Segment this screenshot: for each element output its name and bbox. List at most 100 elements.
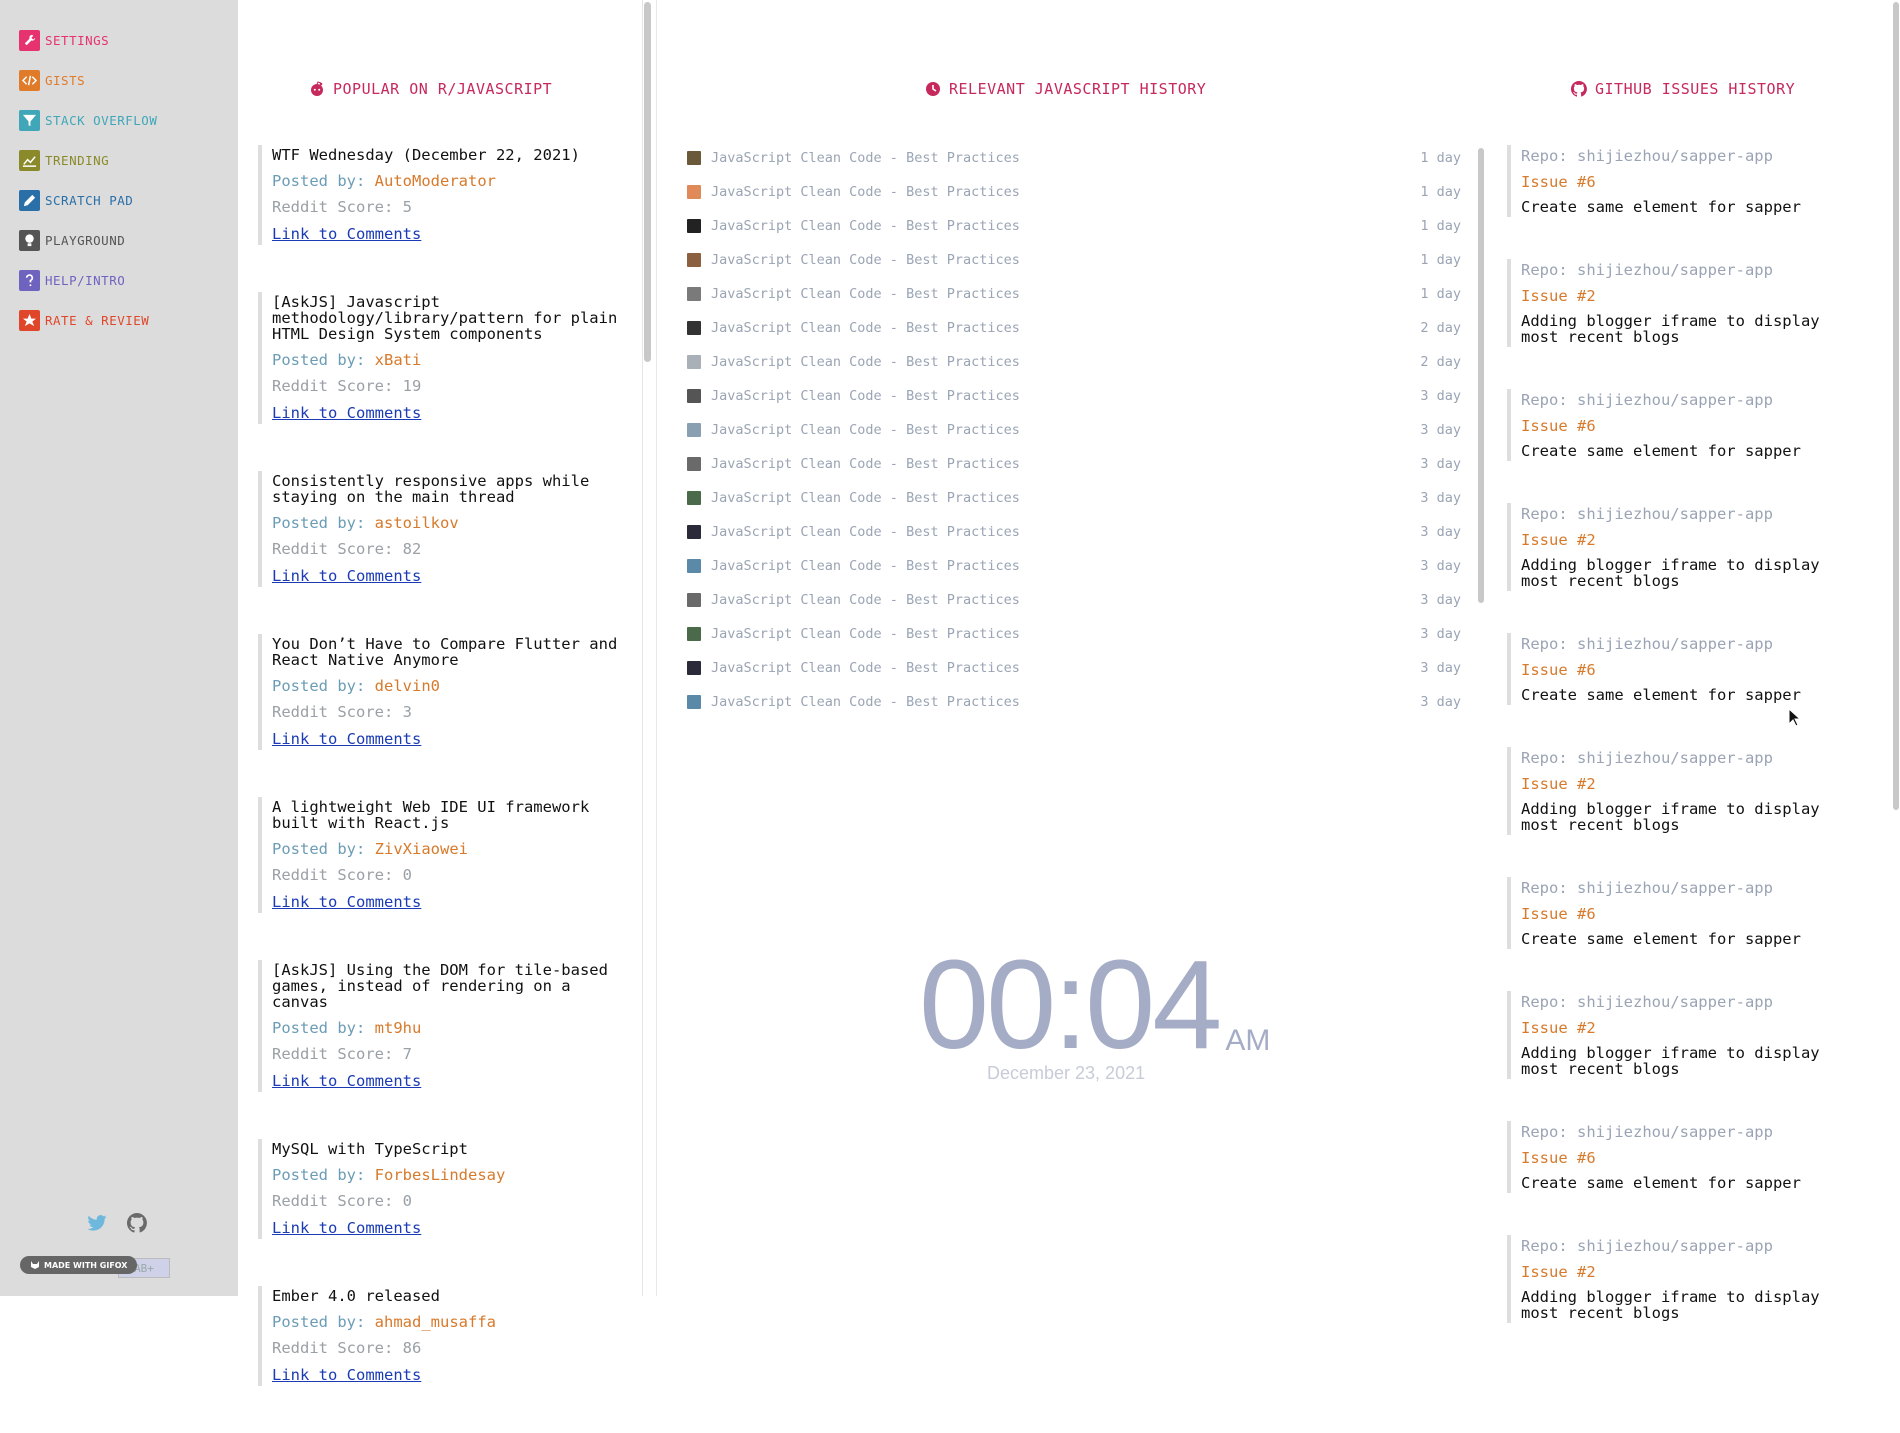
sidebar-item-label: GISTS <box>45 72 86 88</box>
github-icon[interactable] <box>126 1212 148 1234</box>
history-item[interactable]: JavaScript Clean Code - Best Practices 3 … <box>687 481 1461 515</box>
issue-repo: Repo: shijiezhou/sapper-app <box>1521 505 1773 523</box>
clock-icon <box>926 82 940 96</box>
sidebar-item-settings[interactable]: SETTINGS <box>19 20 157 60</box>
history-item-title: JavaScript Clean Code - Best Practices <box>711 626 1020 642</box>
history-item-age: 1 day <box>1420 184 1461 200</box>
favicon-icon <box>687 661 701 675</box>
link-to-comments[interactable]: Link to Comments <box>272 1366 421 1384</box>
reddit-scrollbar[interactable] <box>644 2 651 362</box>
history-item[interactable]: JavaScript Clean Code - Best Practices 2 … <box>687 311 1461 345</box>
reddit-post: [AskJS] Javascript methodology/library/p… <box>258 292 628 424</box>
history-item-age: 3 day <box>1420 490 1461 506</box>
post-author-line: Posted by: xBati <box>272 351 628 369</box>
history-item[interactable]: JavaScript Clean Code - Best Practices 1 … <box>687 209 1461 243</box>
issues-panel-title: GITHUB ISSUES HISTORY <box>1571 80 1795 98</box>
history-item[interactable]: JavaScript Clean Code - Best Practices 3 … <box>687 617 1461 651</box>
issue-card[interactable]: Repo: shijiezhou/sapper-app Issue #2 Addin… <box>1507 991 1847 1079</box>
history-item[interactable]: JavaScript Clean Code - Best Practices 3 … <box>687 413 1461 447</box>
issue-number: Issue #2 <box>1521 531 1596 549</box>
issue-title: Adding blogger iframe to display most re… <box>1521 1044 1820 1078</box>
issue-card[interactable]: Repo: shijiezhou/sapper-app Issue #2 Addin… <box>1507 1235 1847 1323</box>
sidebar-item-gists[interactable]: GISTS <box>19 60 157 100</box>
history-item[interactable]: JavaScript Clean Code - Best Practices 3 … <box>687 515 1461 549</box>
history-item-age: 1 day <box>1420 150 1461 166</box>
issue-card[interactable]: Repo: shijiezhou/sapper-app Issue #2 Addin… <box>1507 259 1847 347</box>
sidebar-item-rate-review[interactable]: RATE & REVIEW <box>19 300 157 340</box>
github-icon <box>1571 81 1587 97</box>
post-author-line: Posted by: astoilkov <box>272 514 628 532</box>
issue-card[interactable]: Repo: shijiezhou/sapper-app Issue #2 Addin… <box>1507 503 1847 591</box>
posted-by-label: Posted by: <box>272 514 366 532</box>
post-score: 3 <box>402 703 413 721</box>
sidebar-item-playground[interactable]: PLAYGROUND <box>19 220 157 260</box>
history-item-title: JavaScript Clean Code - Best Practices <box>711 592 1020 608</box>
history-item[interactable]: JavaScript Clean Code - Best Practices 1 … <box>687 175 1461 209</box>
post-score-line: Reddit Score: 0 <box>272 1192 628 1210</box>
reddit-post-list: WTF Wednesday (December 22, 2021) Posted … <box>258 145 628 1433</box>
link-to-comments[interactable]: Link to Comments <box>272 893 421 911</box>
issue-repo: Repo: shijiezhou/sapper-app <box>1521 1237 1773 1255</box>
favicon-icon <box>687 185 701 199</box>
favicon-icon <box>687 525 701 539</box>
history-item-age: 3 day <box>1420 694 1461 710</box>
fox-icon <box>31 1261 39 1269</box>
reddit-icon <box>311 81 323 96</box>
history-item-title: JavaScript Clean Code - Best Practices <box>711 320 1020 336</box>
link-to-comments[interactable]: Link to Comments <box>272 404 421 422</box>
link-to-comments[interactable]: Link to Comments <box>272 1072 421 1090</box>
sidebar-item-trending[interactable]: TRENDING <box>19 140 157 180</box>
history-item[interactable]: JavaScript Clean Code - Best Practices 1 … <box>687 243 1461 277</box>
history-item-age: 3 day <box>1420 558 1461 574</box>
post-score: 0 <box>402 1192 413 1210</box>
history-item[interactable]: JavaScript Clean Code - Best Practices 3 … <box>687 447 1461 481</box>
sidebar-item-label: PLAYGROUND <box>45 232 126 248</box>
chart-icon <box>19 149 40 171</box>
twitter-icon[interactable] <box>86 1212 108 1234</box>
issues-panel: GITHUB ISSUES HISTORY Repo: shijiezhou/s… <box>1490 0 1900 1323</box>
history-item[interactable]: JavaScript Clean Code - Best Practices 3 … <box>687 379 1461 413</box>
history-item-title: JavaScript Clean Code - Best Practices <box>711 252 1020 268</box>
sidebar-item-label: RATE & REVIEW <box>45 312 150 328</box>
history-item-age: 1 day <box>1420 218 1461 234</box>
issue-number: Issue #6 <box>1521 417 1596 435</box>
issue-card[interactable]: Repo: shijiezhou/sapper-app Issue #6 Creat… <box>1507 633 1847 705</box>
favicon-icon <box>687 457 701 471</box>
history-item[interactable]: JavaScript Clean Code - Best Practices 3 … <box>687 685 1461 719</box>
history-item[interactable]: JavaScript Clean Code - Best Practices 1 … <box>687 141 1461 175</box>
page-scrollbar[interactable] <box>1893 2 1899 810</box>
issue-card[interactable]: Repo: shijiezhou/sapper-app Issue #6 Creat… <box>1507 1121 1847 1193</box>
history-item[interactable]: JavaScript Clean Code - Best Practices 1 … <box>687 277 1461 311</box>
history-item[interactable]: JavaScript Clean Code - Best Practices 3 … <box>687 549 1461 583</box>
history-item-title: JavaScript Clean Code - Best Practices <box>711 422 1020 438</box>
clock-date: December 23, 2021 <box>987 1063 1146 1083</box>
link-to-comments[interactable]: Link to Comments <box>272 1219 421 1237</box>
issue-card[interactable]: Repo: shijiezhou/sapper-app Issue #6 Creat… <box>1507 145 1847 217</box>
history-item[interactable]: JavaScript Clean Code - Best Practices 3 … <box>687 651 1461 685</box>
post-author: ahmad_musaffa <box>374 1313 496 1331</box>
post-author-line: Posted by: ZivXiaowei <box>272 840 628 858</box>
star-icon <box>19 309 40 331</box>
history-item-age: 3 day <box>1420 592 1461 608</box>
history-item[interactable]: JavaScript Clean Code - Best Practices 2 … <box>687 345 1461 379</box>
issue-number: Issue #6 <box>1521 905 1596 923</box>
issue-title: Adding blogger iframe to display most re… <box>1521 312 1820 346</box>
issue-card[interactable]: Repo: shijiezhou/sapper-app Issue #6 Creat… <box>1507 877 1847 949</box>
sidebar-item-scratch-pad[interactable]: SCRATCH PAD <box>19 180 157 220</box>
link-to-comments[interactable]: Link to Comments <box>272 567 421 585</box>
post-score: 82 <box>402 540 422 558</box>
link-to-comments[interactable]: Link to Comments <box>272 225 421 243</box>
issue-card[interactable]: Repo: shijiezhou/sapper-app Issue #2 Addin… <box>1507 747 1847 835</box>
sidebar-item-stack-overflow[interactable]: STACK OVERFLOW <box>19 100 157 140</box>
post-author-line: Posted by: delvin0 <box>272 677 628 695</box>
issue-card[interactable]: Repo: shijiezhou/sapper-app Issue #6 Creat… <box>1507 389 1847 461</box>
score-label: Reddit Score: <box>272 540 394 558</box>
posted-by-label: Posted by: <box>272 1313 366 1331</box>
history-item-title: JavaScript Clean Code - Best Practices <box>711 660 1020 676</box>
link-to-comments[interactable]: Link to Comments <box>272 730 421 748</box>
post-score: 7 <box>402 1045 413 1063</box>
history-item[interactable]: JavaScript Clean Code - Best Practices 3 … <box>687 583 1461 617</box>
history-item-title: JavaScript Clean Code - Best Practices <box>711 218 1020 234</box>
sidebar-item-help-intro[interactable]: HELP/INTRO <box>19 260 157 300</box>
history-scrollbar[interactable] <box>1478 148 1484 603</box>
